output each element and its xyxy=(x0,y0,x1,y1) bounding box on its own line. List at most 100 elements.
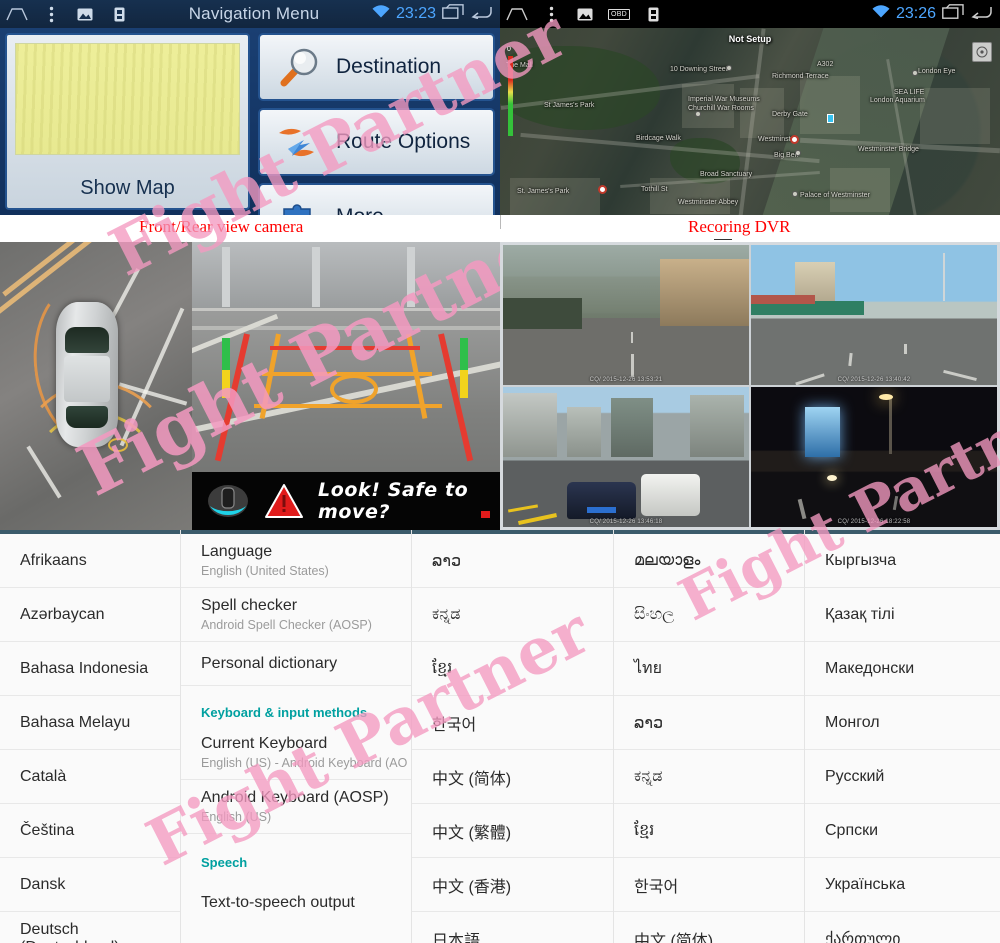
dvr-clip-2[interactable]: CQ/ 2015-12-26 13:40:42 xyxy=(751,245,997,385)
poi-marker[interactable] xyxy=(695,111,701,117)
list-item[interactable]: മലയാളം xyxy=(614,534,804,588)
language-list-column-c[interactable]: ລາວ ಕನ್ನಡ ខ្មែរ 한국어 中文 (简体) 中文 (繁體) 中文 (… xyxy=(412,530,614,943)
list-item[interactable]: Afrikaans xyxy=(0,534,180,588)
home-icon[interactable] xyxy=(500,0,534,28)
setting-android-keyboard[interactable]: Android Keyboard (AOSP) English (US) xyxy=(181,780,411,834)
list-item[interactable]: Українська xyxy=(805,858,1000,912)
list-item[interactable]: ქართული xyxy=(805,912,1000,943)
volume-icon[interactable] xyxy=(102,0,136,28)
more-button[interactable]: More xyxy=(258,183,495,215)
list-item[interactable]: Deutsch (Deutschland) xyxy=(0,912,180,943)
list-item[interactable]: Azərbaycan xyxy=(0,588,180,642)
list-item[interactable]: Bahasa Indonesia xyxy=(0,642,180,696)
dvr-clip-3[interactable]: CQ/ 2015-12-26 13:46:18 xyxy=(503,387,749,527)
magnifier-icon xyxy=(276,45,322,89)
dvr-clip-1[interactable]: CQ/ 2015-12-26 13:53:21 xyxy=(503,245,749,385)
route-options-button[interactable]: Route Options xyxy=(258,108,495,176)
list-item[interactable]: Čeština xyxy=(0,804,180,858)
caption-recording-dvr: Recoring DVR xyxy=(688,217,791,236)
list-item[interactable]: 한국어 xyxy=(614,858,804,912)
map-label: Westminster Abbey xyxy=(678,199,739,206)
top-screens-row: Navigation Menu 23:23 Show Map Destinati… xyxy=(0,0,1000,215)
list-item[interactable]: ខ្មែរ xyxy=(412,642,613,696)
list-item[interactable]: 中文 (香港) xyxy=(412,858,613,912)
hedge xyxy=(503,298,582,329)
screenshot-icon[interactable] xyxy=(568,0,602,28)
building-block xyxy=(800,76,860,134)
map-label: St. James's Park xyxy=(517,188,570,195)
list-item[interactable]: Bahasa Melayu xyxy=(0,696,180,750)
home-icon[interactable] xyxy=(0,0,34,28)
center-line-yellow xyxy=(507,504,538,513)
safe-to-move-text: Look! Safe to move? xyxy=(318,479,469,523)
back-icon[interactable] xyxy=(470,5,492,24)
list-item[interactable]: 中文 (简体) xyxy=(412,750,613,804)
list-item[interactable]: 日本語 xyxy=(412,912,613,943)
list-item[interactable]: 한국어 xyxy=(412,696,613,750)
list-item[interactable]: ລາວ xyxy=(614,696,804,750)
obd-icon[interactable]: OBD xyxy=(602,0,636,28)
poi-marker[interactable] xyxy=(912,70,918,76)
map-thumbnail[interactable] xyxy=(15,43,240,155)
vehicle-position-marker xyxy=(827,114,834,123)
volume-icon[interactable] xyxy=(636,0,670,28)
poi-marker[interactable] xyxy=(792,191,798,197)
language-input-settings-column[interactable]: Language English (United States) Spell c… xyxy=(181,530,412,943)
list-item[interactable]: Қазақ тілі xyxy=(805,588,1000,642)
screenshot-icon[interactable] xyxy=(68,0,102,28)
list-item[interactable]: Српски xyxy=(805,804,1000,858)
route-options-label: Route Options xyxy=(336,130,471,153)
poi-marker[interactable] xyxy=(726,65,732,71)
list-item[interactable]: 中文 (简体) xyxy=(614,912,804,943)
dvr-timestamp: CQ/ 2015-12-26 13:53:21 xyxy=(589,377,663,383)
satellite-map-canvas[interactable]: The Mall 10 Downing Street Richmond Terr… xyxy=(500,28,1000,215)
setting-value: English (United States) xyxy=(201,564,329,578)
list-item[interactable]: ಕನ್ನಡ xyxy=(412,588,613,642)
dvr-timestamp: CQ/ 2015-12-26 13:46:18 xyxy=(589,519,663,525)
navigation-map-screen: OBD 23:26 The Mall 10 Downing Street Ric… xyxy=(500,0,1000,215)
show-map-card[interactable]: Show Map xyxy=(5,33,250,210)
gps-scale-label: 0 xyxy=(507,46,511,53)
recents-icon[interactable] xyxy=(442,4,464,24)
back-icon[interactable] xyxy=(970,5,992,24)
list-item[interactable]: සිංහල xyxy=(614,588,804,642)
setting-personal-dictionary[interactable]: Personal dictionary xyxy=(181,642,411,686)
list-item[interactable]: Català xyxy=(0,750,180,804)
recents-icon[interactable] xyxy=(942,4,964,24)
westminster-tube-icon xyxy=(790,135,799,144)
setting-current-keyboard[interactable]: Current Keyboard English (US) - Android … xyxy=(181,726,411,780)
list-item[interactable]: Монгол xyxy=(805,696,1000,750)
compass-icon[interactable] xyxy=(972,42,992,62)
list-item[interactable]: ລາວ xyxy=(412,534,613,588)
roadside-buildings xyxy=(660,259,749,327)
setting-language[interactable]: Language English (United States) xyxy=(181,534,411,588)
overflow-menu-icon[interactable] xyxy=(34,0,68,28)
list-item[interactable]: Македонски xyxy=(805,642,1000,696)
language-list-column-a[interactable]: Afrikaans Azərbaycan Bahasa Indonesia Ba… xyxy=(0,530,181,943)
oncoming-headlight xyxy=(827,474,838,481)
overflow-menu-icon[interactable] xyxy=(534,0,568,28)
setting-spell-checker[interactable]: Spell checker Android Spell Checker (AOS… xyxy=(181,588,411,642)
list-item[interactable]: Русский xyxy=(805,750,1000,804)
map-label: SEA LIFE xyxy=(894,89,925,96)
poi-marker[interactable] xyxy=(795,150,801,156)
list-item[interactable]: ไทย xyxy=(614,642,804,696)
dvr-clip-4[interactable]: CQ/ 2015-12-26 18:22:58 xyxy=(751,387,997,527)
language-label: 中文 (简体) xyxy=(432,770,512,788)
list-item[interactable]: 中文 (繁體) xyxy=(412,804,613,858)
list-item[interactable]: ខ្មែរ xyxy=(614,804,804,858)
destination-label: Destination xyxy=(336,55,442,78)
lane-marking xyxy=(892,496,898,511)
destination-button[interactable]: Destination xyxy=(258,33,495,101)
tower-block xyxy=(503,392,558,457)
language-label: ລາວ xyxy=(432,552,462,570)
setting-tts-output[interactable]: Text-to-speech output xyxy=(181,876,411,930)
list-item[interactable]: Кыргызча xyxy=(805,534,1000,588)
list-item[interactable]: Dansk xyxy=(0,858,180,912)
red-roof xyxy=(751,295,815,304)
list-item[interactable]: ಕನ್ನಡ xyxy=(614,750,804,804)
language-list-column-e[interactable]: Кыргызча Қазақ тілі Македонски Монгол Ру… xyxy=(805,530,1000,943)
building-block xyxy=(510,178,600,215)
map-label: St James's Park xyxy=(544,102,595,109)
language-list-column-d[interactable]: മലയാളം සිංහල ไทย ລາວ ಕನ್ನಡ ខ្មែរ 한국어 中文 … xyxy=(614,530,805,943)
